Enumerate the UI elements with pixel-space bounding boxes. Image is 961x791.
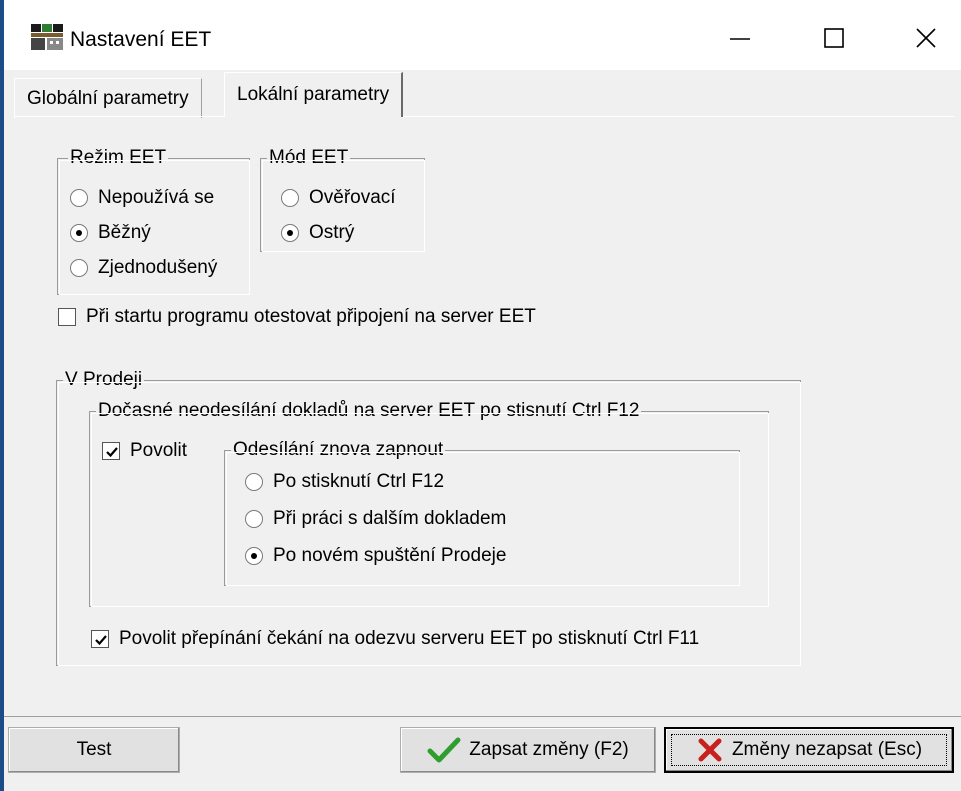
tab-label: Globální parametry bbox=[27, 87, 189, 109]
test-on-start-checkbox[interactable]: Při startu programu otestovat připojení … bbox=[58, 306, 536, 328]
radio-label: Po stisknutí Ctrl F12 bbox=[273, 471, 445, 492]
dialog-window: Nastavení EET Globální parametry Lokální… bbox=[0, 0, 961, 791]
povolit-prepinani-checkbox[interactable]: Povolit přepínání čekání na odezvu serve… bbox=[91, 628, 699, 650]
docasne-legend: Dočasné neodesílání dokladů na server EE… bbox=[96, 400, 642, 422]
checkbox-box[interactable] bbox=[58, 308, 76, 326]
radio-po-stisknuti-ctrl-f12[interactable]: Po stisknutí Ctrl F12 bbox=[245, 471, 444, 493]
checkmark-icon bbox=[106, 447, 118, 458]
radio-circle[interactable] bbox=[245, 510, 263, 528]
window-title: Nastavení EET bbox=[70, 28, 212, 51]
checkbox-box[interactable] bbox=[102, 442, 120, 460]
tab-strip: Globální parametry Lokální parametry bbox=[14, 70, 954, 118]
radio-label: Nepoužívá se bbox=[98, 187, 215, 208]
maximize-icon[interactable] bbox=[814, 18, 854, 58]
checkbox-box[interactable] bbox=[91, 630, 109, 648]
mod-eet-group: Mód EET Ověřovací Ostrý bbox=[260, 147, 425, 252]
radio-label: Při práci s dalším dokladem bbox=[273, 508, 507, 529]
radio-label: Po novém spuštění Prodeje bbox=[273, 545, 507, 566]
tab-panel-border bbox=[14, 116, 954, 117]
v-prodeji-legend: V Prodeji bbox=[63, 369, 145, 391]
close-icon[interactable] bbox=[906, 18, 946, 58]
green-check-icon bbox=[427, 737, 461, 763]
radio-label: Zjednodušený bbox=[98, 257, 218, 278]
radio-pri-praci-s-dalsim-dokladem[interactable]: Při práci s dalším dokladem bbox=[245, 508, 506, 530]
radio-bezny[interactable]: Běžný bbox=[70, 222, 151, 244]
checkbox-label: Povolit přepínání čekání na odezvu serve… bbox=[119, 628, 700, 649]
button-label: Zapsat změny (F2) bbox=[469, 739, 629, 760]
checkbox-label: Povolit bbox=[130, 440, 188, 461]
radio-label: Běžný bbox=[98, 222, 151, 243]
checkmark-icon bbox=[95, 635, 107, 646]
rezim-eet-legend: Režim EET bbox=[68, 147, 169, 169]
radio-circle[interactable] bbox=[281, 224, 299, 242]
povolit-checkbox[interactable]: Povolit bbox=[102, 440, 187, 462]
radio-circle[interactable] bbox=[70, 259, 88, 277]
radio-circle[interactable] bbox=[281, 189, 299, 207]
radio-ostry[interactable]: Ostrý bbox=[281, 222, 354, 244]
title-bar: Nastavení EET bbox=[4, 0, 961, 70]
footer-separator bbox=[4, 716, 961, 717]
cancel-button[interactable]: Změny nezapsat (Esc) bbox=[664, 727, 954, 773]
radio-circle[interactable] bbox=[70, 189, 88, 207]
tab-label: Lokální parametry bbox=[237, 84, 390, 105]
radio-circle[interactable] bbox=[70, 224, 88, 242]
test-button[interactable]: Test bbox=[8, 727, 180, 773]
focus-rect bbox=[666, 729, 952, 771]
tab-globalni-parametry[interactable]: Globální parametry bbox=[14, 78, 202, 118]
radio-overovaci[interactable]: Ověřovací bbox=[281, 187, 396, 209]
rezim-eet-group: Režim EET Nepoužívá se Běžný Zjednodušen… bbox=[57, 147, 250, 295]
save-button[interactable]: Zapsat změny (F2) bbox=[400, 727, 656, 773]
odesilani-znova-group: Odesílání znova zapnout Po stisknutí Ctr… bbox=[224, 439, 740, 586]
tab-lokalni-parametry[interactable]: Lokální parametry bbox=[224, 72, 404, 117]
radio-circle[interactable] bbox=[245, 547, 263, 565]
app-icon bbox=[30, 22, 64, 52]
odesilani-legend: Odesílání znova zapnout bbox=[231, 439, 446, 461]
minimize-icon[interactable] bbox=[720, 18, 760, 58]
v-prodeji-group: V Prodeji Dočasné neodesílání dokladů na… bbox=[56, 369, 801, 666]
button-label: Test bbox=[76, 739, 112, 760]
checkbox-label: Při startu programu otestovat připojení … bbox=[86, 306, 536, 327]
docasne-neodesilani-group: Dočasné neodesílání dokladů na server EE… bbox=[89, 400, 769, 607]
radio-zjednoduseny[interactable]: Zjednodušený bbox=[70, 257, 217, 279]
radio-po-novem-spusteni-prodeje[interactable]: Po novém spuštění Prodeje bbox=[245, 545, 506, 567]
radio-label: Ostrý bbox=[309, 222, 355, 243]
radio-label: Ověřovací bbox=[309, 187, 396, 208]
radio-circle[interactable] bbox=[245, 473, 263, 491]
mod-eet-legend: Mód EET bbox=[267, 147, 351, 169]
radio-nepouziva-se[interactable]: Nepoužívá se bbox=[70, 187, 214, 209]
